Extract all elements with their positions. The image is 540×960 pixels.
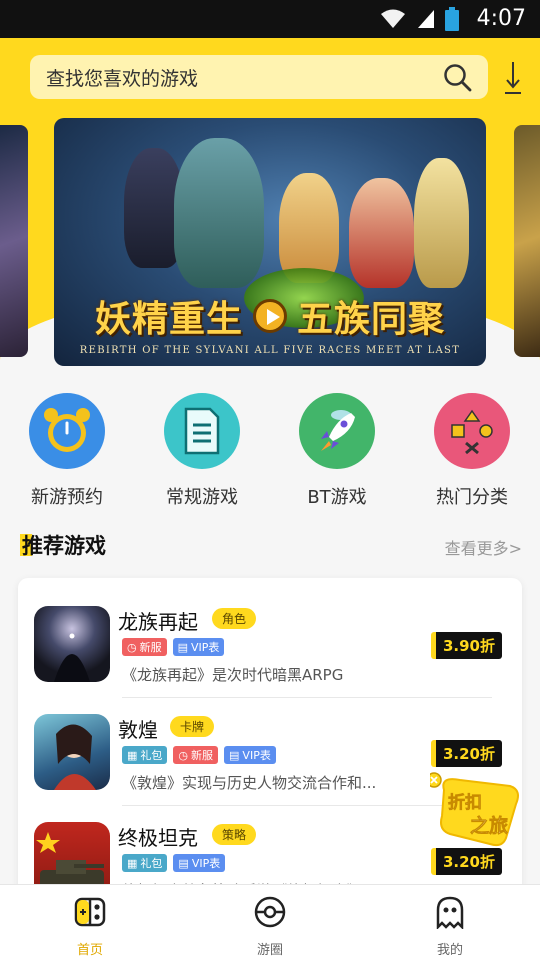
discount-journey-badge[interactable]: 折扣 之旅 [426, 772, 522, 850]
section-title: 推荐游戏 [20, 530, 106, 560]
clock-icon: ◷ [178, 748, 189, 762]
game-name: 终极坦克 [118, 826, 198, 850]
tag-label: 礼包 [140, 857, 163, 870]
category-regular-games[interactable]: 常规游戏 [142, 393, 262, 509]
search-bar[interactable]: 查找您喜欢的游戏 [30, 55, 488, 99]
tag-label: 礼包 [140, 749, 163, 762]
nav-label: 首页 [76, 943, 103, 958]
close-icon[interactable] [426, 772, 442, 788]
game-name: 敦煌 [118, 718, 158, 742]
nav-circle[interactable]: 游圈 [220, 895, 320, 958]
banner-next-slide[interactable] [514, 125, 540, 357]
search-input[interactable]: 查找您喜欢的游戏 [46, 64, 442, 91]
banner-subtitle: REBIRTH OF THE SYLVANI ALL FIVE RACES ME… [79, 345, 461, 356]
tag-vip-table: ▤ VIP表 [224, 746, 276, 764]
category-label: 新游预约 [31, 487, 103, 508]
doc-icon: ▤ [177, 640, 189, 654]
game-tags: ◷ 新服 ▤ VIP表 [122, 638, 225, 656]
category-label: 热门分类 [436, 487, 508, 508]
nav-me[interactable]: 我的 [400, 895, 500, 958]
gift-icon: ▦ [127, 748, 138, 762]
bottom-navigation: 首页 游圈 我的 [0, 884, 540, 960]
banner-title-right: 五族同聚 [297, 298, 446, 340]
tag-label: VIP表 [191, 857, 221, 870]
status-time: 4:07 [476, 6, 526, 31]
tag-vip-table: ▤ VIP表 [173, 854, 226, 872]
nav-label: 我的 [436, 943, 463, 958]
clock-icon: ◷ [127, 640, 137, 654]
status-bar: 4:07 [0, 0, 540, 38]
genre-badge: 卡牌 [170, 716, 215, 737]
category-bt-games[interactable]: BT游戏 [277, 393, 397, 509]
game-name: 龙族再起 [118, 610, 198, 634]
download-icon[interactable] [502, 60, 524, 96]
battery-icon [444, 6, 459, 31]
banner-character [174, 138, 264, 288]
game-description: 《敦煌》实现与历史人物交流合作和... [122, 774, 377, 792]
signal-icon [417, 9, 434, 28]
play-icon[interactable] [253, 299, 287, 333]
gamepad-icon [434, 393, 510, 469]
badge-line2: 之旅 [470, 814, 508, 837]
genre-badge: 角色 [212, 608, 257, 629]
home-gamepad-icon [74, 897, 106, 927]
alarm-clock-icon [29, 393, 105, 469]
banner-title-left: 妖精重生 [94, 298, 243, 340]
tag-label: VIP表 [191, 641, 220, 654]
banner-character [349, 178, 414, 288]
tag-vip-table: ▤ VIP表 [172, 638, 225, 656]
tag-label: 新服 [139, 641, 162, 654]
doc-icon: ▤ [229, 748, 240, 762]
wifi-icon [380, 9, 405, 28]
banner-character [279, 173, 339, 283]
discount-badge: 3.20折 [430, 848, 502, 875]
game-tags: ▦ 礼包 ◷ 新服 ▤ VIP表 [122, 746, 276, 764]
genre-badge: 策略 [212, 824, 257, 845]
gift-icon: ▦ [127, 856, 138, 870]
discount-badge: 3.90折 [430, 632, 502, 659]
ghost-icon [436, 896, 464, 931]
discount-badge: 3.20折 [430, 740, 502, 767]
document-icon [164, 393, 240, 469]
banner-slide[interactable]: 妖精重生 五族同聚 REBIRTH OF THE SYLVANI ALL FIV… [54, 118, 486, 366]
banner-prev-slide[interactable] [0, 125, 28, 357]
tag-label: VIP表 [242, 749, 271, 762]
category-new-game-reservation[interactable]: 新游预约 [7, 393, 127, 509]
tag-new-server: ◷ 新服 [122, 638, 167, 656]
banner-character [414, 158, 469, 288]
view-more-link[interactable]: 查看更多> [445, 535, 522, 559]
game-thumbnail[interactable] [34, 606, 110, 682]
tag-new-server: ◷ 新服 [173, 746, 219, 764]
circle-icon [254, 896, 286, 928]
badge-line1: 折扣 [448, 792, 482, 813]
doc-icon: ▤ [178, 856, 189, 870]
tag-gift: ▦ 礼包 [122, 854, 168, 872]
category-hot-categories[interactable]: 热门分类 [412, 393, 532, 509]
row-divider [122, 697, 492, 698]
game-thumbnail[interactable] [34, 714, 110, 790]
nav-home[interactable]: 首页 [40, 895, 140, 958]
rocket-icon [299, 393, 375, 469]
banner-title: 妖精重生 五族同聚 [54, 290, 486, 342]
game-description: 《龙族再起》是次时代暗黑ARPG [122, 666, 344, 684]
tag-gift: ▦ 礼包 [122, 746, 168, 764]
category-label: BT游戏 [307, 487, 367, 508]
game-tags: ▦ 礼包 ▤ VIP表 [122, 854, 226, 872]
tag-label: 新服 [191, 749, 214, 762]
search-icon[interactable] [442, 62, 472, 92]
nav-label: 游圈 [256, 943, 283, 958]
category-label: 常规游戏 [166, 487, 238, 508]
status-icons: 4:07 [379, 6, 526, 31]
